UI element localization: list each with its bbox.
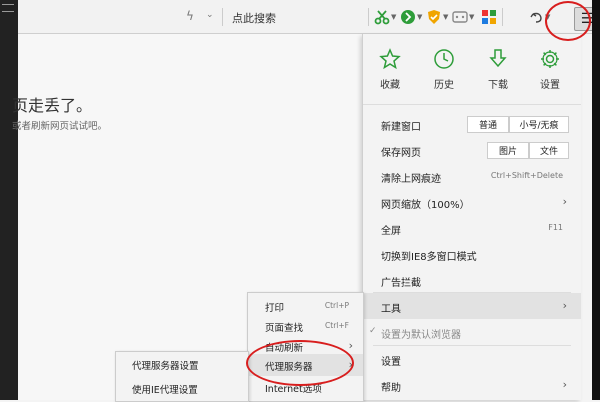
menu-item-tools[interactable]: 工具 › — [363, 293, 581, 319]
new-window-normal-button[interactable]: 普通 — [467, 116, 509, 133]
menu-item-fullscreen[interactable]: 全屏 F11 — [363, 215, 581, 241]
lightning-icon[interactable]: ϟ — [186, 9, 194, 23]
settings-label: 设置 — [381, 357, 401, 368]
search-box-label[interactable]: 点此搜索 — [232, 10, 276, 26]
main-dropdown-menu: 收藏 历史 下载 设置 新建窗口 普通 小号/无痕 保存网页 图片 文件 清除上… — [362, 34, 581, 400]
proxy-settings-label: 代理服务器设置 — [132, 361, 199, 372]
new-window-private-button[interactable]: 小号/无痕 — [509, 116, 569, 133]
menu-item-ie8-mode[interactable]: 切换到IE8多窗口模式 — [363, 241, 581, 267]
help-label: 帮助 — [381, 383, 401, 394]
new-window-label: 新建窗口 — [381, 122, 421, 133]
clear-traces-shortcut: Ctrl+Shift+Delete — [490, 171, 563, 180]
find-label: 页面查找 — [265, 323, 304, 334]
chevron-right-icon: › — [562, 195, 567, 208]
default-browser-label: 设置为默认浏览器 — [381, 330, 461, 341]
downloads-button[interactable]: 下载 — [473, 48, 523, 91]
adblock-label: 广告拦截 — [381, 278, 421, 289]
menu-item-save-page: 保存网页 图片 文件 — [363, 137, 581, 163]
proxy-submenu: 代理服务器设置 使用IE代理设置 — [115, 351, 249, 402]
ie8-mode-label: 切换到IE8多窗口模式 — [381, 252, 477, 263]
menu-item-help[interactable]: 帮助 › — [363, 372, 581, 398]
checkmark-icon: ✓ — [369, 326, 377, 336]
menu-item-clear-traces[interactable]: 清除上网痕迹 Ctrl+Shift+Delete — [363, 163, 581, 189]
apps-grid-icon[interactable] — [482, 8, 496, 26]
favorites-label: 收藏 — [380, 80, 400, 91]
menu-item-default-browser[interactable]: ✓ 设置为默认浏览器 — [363, 319, 581, 345]
scissors-icon[interactable]: ▼ — [374, 8, 396, 26]
chevron-right-icon: › — [348, 339, 353, 352]
star-icon — [379, 48, 401, 70]
browser-toolbar: ϟ ⌄ 点此搜索 ▼ ▼ ▼ ▼ ▼ ☰ — [18, 0, 600, 34]
edge-mark — [2, 4, 14, 12]
menu-item-zoom[interactable]: 网页缩放（100%） › — [363, 189, 581, 215]
submenu-item-print[interactable]: 打印 Ctrl+P — [248, 295, 363, 317]
chevron-down-icon[interactable]: ⌄ — [206, 10, 214, 20]
history-button[interactable]: 历史 — [419, 48, 469, 91]
menu-item-new-window: 新建窗口 普通 小号/无痕 — [363, 111, 581, 137]
use-ie-proxy-label: 使用IE代理设置 — [132, 385, 198, 396]
menu-item-settings[interactable]: 设置 — [363, 346, 581, 372]
annotation-circle-proxy — [246, 340, 354, 386]
clock-icon — [434, 49, 454, 69]
save-file-button[interactable]: 文件 — [529, 142, 569, 159]
green-circle-icon[interactable]: ▼ — [400, 8, 422, 26]
shield-icon[interactable]: ▼ — [426, 8, 448, 26]
annotation-circle-menu — [545, 1, 591, 41]
find-shortcut: Ctrl+F — [325, 321, 349, 330]
zoom-label: 网页缩放（100%） — [381, 200, 470, 211]
fullscreen-shortcut: F11 — [548, 223, 563, 232]
error-title: 页走丢了。 — [12, 96, 93, 115]
print-shortcut: Ctrl+P — [324, 301, 349, 310]
download-icon — [489, 49, 507, 68]
save-page-label: 保存网页 — [381, 148, 421, 159]
toolbar-divider — [502, 8, 503, 26]
toolbar-divider — [368, 8, 369, 26]
settings-quick-button[interactable]: 设置 — [525, 48, 575, 91]
downloads-label: 下载 — [488, 80, 508, 91]
right-window-edge — [592, 0, 600, 400]
clear-traces-label: 清除上网痕迹 — [381, 174, 441, 185]
toolbar-divider — [222, 8, 223, 26]
menu-item-adblock[interactable]: 广告拦截 — [363, 267, 581, 293]
submenu-item-use-ie-proxy[interactable]: 使用IE代理设置 — [116, 377, 248, 399]
print-label: 打印 — [265, 303, 285, 314]
error-subtitle: 或者刷新网页试试吧。 — [12, 121, 108, 132]
game-icon[interactable]: ▼ — [452, 8, 474, 26]
fullscreen-label: 全屏 — [381, 226, 401, 237]
settings-quick-label: 设置 — [540, 80, 560, 91]
history-label: 历史 — [434, 80, 454, 91]
quick-actions: 收藏 历史 下载 设置 — [363, 34, 581, 105]
tools-label: 工具 — [381, 304, 401, 315]
save-image-button[interactable]: 图片 — [487, 142, 529, 159]
gear-icon — [541, 50, 559, 68]
chevron-right-icon: › — [562, 299, 567, 312]
submenu-item-find[interactable]: 页面查找 Ctrl+F — [248, 315, 363, 337]
favorites-button[interactable]: 收藏 — [365, 48, 415, 91]
chevron-right-icon: › — [562, 378, 567, 391]
submenu-item-proxy-settings[interactable]: 代理服务器设置 — [116, 353, 248, 375]
left-window-edge — [0, 0, 18, 400]
